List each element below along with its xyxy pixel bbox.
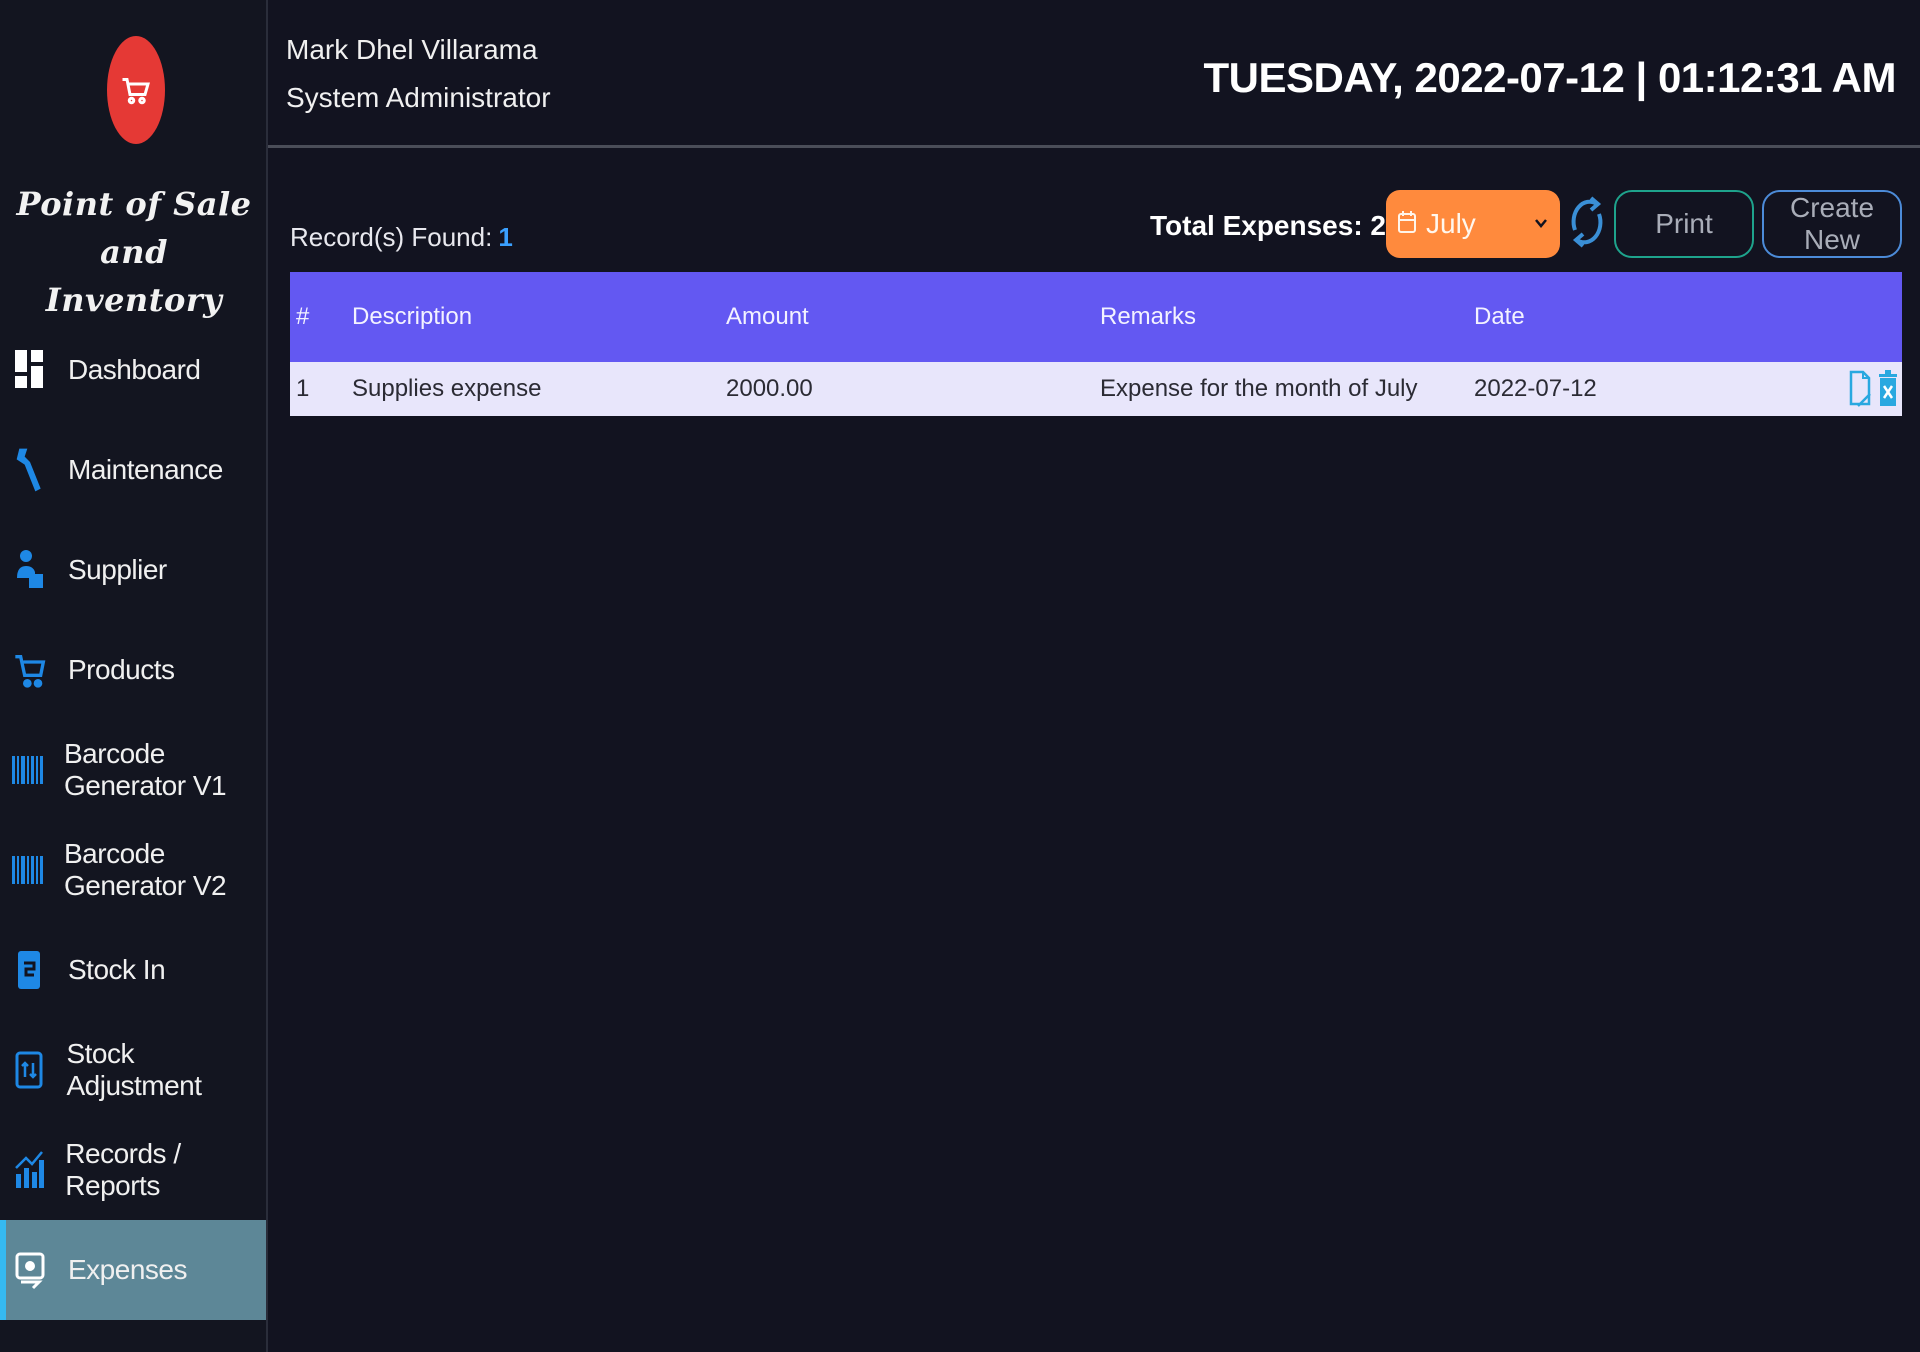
wrench-icon bbox=[12, 448, 48, 492]
refresh-icon bbox=[1567, 190, 1607, 259]
cell-remarks: Expense for the month of July bbox=[1100, 375, 1418, 402]
brand-title-line1: Point of Sale and bbox=[16, 185, 252, 271]
column-header-amount[interactable]: Amount bbox=[726, 303, 1100, 331]
column-header-remarks[interactable]: Remarks bbox=[1100, 303, 1474, 331]
sidebar-item-supplier[interactable]: Supplier bbox=[0, 520, 266, 620]
print-button[interactable]: Print bbox=[1614, 190, 1754, 258]
cart-logo-icon bbox=[122, 78, 150, 105]
sidebar-item-stock-adjustment[interactable]: Stock Adjustment bbox=[0, 1020, 266, 1120]
table-header: # Description Amount Remarks Date bbox=[290, 272, 1902, 362]
expenses-table: # Description Amount Remarks Date 1 Supp… bbox=[290, 272, 1902, 416]
month-select[interactable]: July bbox=[1386, 190, 1560, 258]
cell-description: Supplies expense bbox=[352, 375, 542, 402]
column-header-number[interactable]: # bbox=[290, 303, 352, 331]
records-found-label: Record(s) Found: bbox=[290, 222, 493, 252]
table-row[interactable]: 1 Supplies expense 2000.00 Expense for t… bbox=[290, 362, 1902, 416]
stock-adjustment-icon bbox=[12, 1048, 46, 1092]
column-header-description[interactable]: Description bbox=[352, 303, 726, 331]
cell-amount: 2000.00 bbox=[726, 375, 813, 402]
delete-icon[interactable] bbox=[1876, 367, 1900, 411]
sidebar-item-expenses[interactable]: Expenses bbox=[0, 1220, 266, 1320]
sidebar-item-label: Barcode Generator V2 bbox=[64, 838, 227, 901]
sidebar-item-label: Barcode Generator V1 bbox=[64, 738, 227, 801]
row-actions bbox=[1774, 367, 1902, 411]
barcode-icon bbox=[12, 748, 44, 792]
expenses-icon bbox=[12, 1248, 48, 1292]
stock-in-icon bbox=[12, 948, 48, 992]
top-header: Mark Dhel Villarama System Administrator… bbox=[268, 0, 1920, 148]
calendar-icon bbox=[1398, 210, 1416, 239]
create-new-button[interactable]: Create New bbox=[1762, 190, 1902, 258]
sidebar-nav: Dashboard Maintenance Supplier Products … bbox=[0, 320, 266, 1320]
records-found-count: 1 bbox=[498, 222, 513, 252]
brand-title: Point of Sale and Inventory bbox=[0, 180, 268, 324]
sidebar: Point of Sale and Inventory Dashboard Ma… bbox=[0, 0, 268, 1352]
month-select-value: July bbox=[1426, 208, 1476, 239]
sidebar-item-label: Dashboard bbox=[68, 354, 201, 385]
column-header-date[interactable]: Date bbox=[1474, 303, 1774, 331]
sidebar-item-maintenance[interactable]: Maintenance bbox=[0, 420, 266, 520]
sidebar-item-label: Records / Reports bbox=[65, 1138, 181, 1201]
cell-number: 1 bbox=[296, 375, 310, 402]
brand-logo bbox=[107, 36, 165, 144]
user-name: Mark Dhel Villarama bbox=[286, 34, 538, 65]
sidebar-item-dashboard[interactable]: Dashboard bbox=[0, 320, 266, 420]
sidebar-item-stock-in[interactable]: Stock In bbox=[0, 920, 266, 1020]
sidebar-item-records-reports[interactable]: Records / Reports bbox=[0, 1120, 266, 1220]
sidebar-item-products[interactable]: Products bbox=[0, 620, 266, 720]
sidebar-item-label: Expenses bbox=[68, 1254, 187, 1285]
barcode-icon bbox=[12, 848, 44, 892]
dashboard-icon bbox=[12, 348, 48, 392]
chart-icon bbox=[12, 1148, 45, 1192]
supplier-icon bbox=[12, 548, 48, 592]
sidebar-item-label: Products bbox=[68, 654, 175, 685]
chevron-down-icon bbox=[1534, 215, 1548, 233]
sidebar-item-label: Stock Adjustment bbox=[66, 1038, 202, 1101]
datetime-display: TUESDAY, 2022-07-12 | 01:12:31 AM bbox=[1203, 54, 1897, 101]
refresh-button[interactable] bbox=[1566, 188, 1608, 260]
user-role: System Administrator bbox=[286, 82, 551, 113]
sidebar-item-barcode-v1[interactable]: Barcode Generator V1 bbox=[0, 720, 266, 820]
brand-title-line2: Inventory bbox=[45, 281, 223, 319]
records-found: Record(s) Found: 1 bbox=[290, 222, 513, 253]
sidebar-item-label: Maintenance bbox=[68, 454, 223, 485]
sidebar-item-label: Stock In bbox=[68, 954, 166, 985]
cell-date: 2022-07-12 bbox=[1474, 375, 1597, 402]
sidebar-item-barcode-v2[interactable]: Barcode Generator V2 bbox=[0, 820, 266, 920]
edit-icon[interactable] bbox=[1848, 367, 1872, 411]
sidebar-item-label: Supplier bbox=[68, 554, 167, 585]
cart-icon bbox=[12, 648, 48, 692]
